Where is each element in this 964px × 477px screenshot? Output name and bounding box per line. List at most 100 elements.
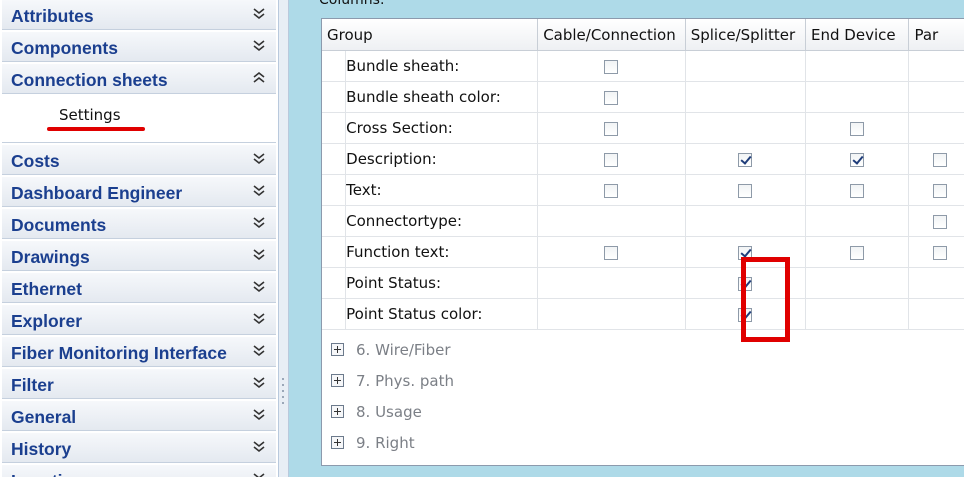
row-field-name: Point Status: — [345, 267, 539, 299]
table-cell — [537, 143, 686, 175]
group-label: 6. Wire/Fiber — [356, 341, 451, 359]
column-header-par[interactable]: Par — [908, 19, 964, 51]
column-visibility-checkbox[interactable] — [850, 245, 865, 260]
column-visibility-checkbox[interactable] — [850, 183, 865, 198]
column-header-end-device[interactable]: End Device — [805, 19, 910, 51]
chevron-down-icon[interactable] — [252, 247, 266, 263]
row-field-name: Bundle sheath color: — [345, 81, 539, 113]
sidebar-category-label: Drawings — [11, 247, 90, 267]
column-visibility-checkbox[interactable] — [850, 152, 865, 167]
expand-plus-icon[interactable] — [331, 374, 344, 387]
chevron-down-icon[interactable] — [252, 375, 266, 391]
column-visibility-checkbox[interactable] — [604, 59, 619, 74]
sidebar-category-label: Fiber Monitoring Interface — [11, 343, 227, 363]
collapsed-group-row[interactable]: 9. Right — [328, 428, 928, 458]
row-field-name: Description: — [345, 143, 539, 175]
chevron-up-icon[interactable] — [252, 70, 266, 86]
row-indent — [322, 50, 347, 82]
sidebar-category-ethernet[interactable]: Ethernet — [2, 273, 276, 303]
panel-splitter[interactable] — [279, 0, 289, 477]
row-field-name: Function text: — [345, 236, 539, 268]
chevron-down-icon[interactable] — [252, 407, 266, 423]
row-indent — [322, 174, 347, 206]
row-indent — [322, 143, 347, 175]
chevron-down-icon[interactable] — [252, 183, 266, 199]
table-cell — [537, 112, 686, 144]
chevron-down-icon[interactable] — [252, 439, 266, 455]
sidebar-category-general[interactable]: General — [2, 401, 276, 431]
table-row: Function text: — [322, 236, 964, 268]
annotation-underline — [47, 127, 145, 131]
sidebar-category-connection-sheets[interactable]: Connection sheets — [2, 64, 276, 94]
column-visibility-checkbox[interactable] — [604, 245, 619, 260]
sidebar-category-attributes[interactable]: Attributes — [2, 0, 276, 30]
table-cell — [537, 81, 686, 113]
column-visibility-checkbox[interactable] — [604, 183, 619, 198]
column-visibility-checkbox[interactable] — [850, 121, 865, 136]
chevron-down-icon[interactable] — [252, 38, 266, 54]
sidebar-item-settings[interactable]: Settings — [59, 106, 121, 124]
settings-category-sidebar: Attributes Components Connection sheets Se… — [0, 0, 279, 477]
sidebar-category-explorer[interactable]: Explorer — [2, 305, 276, 335]
chevron-down-icon[interactable] — [252, 6, 266, 22]
table-cell — [685, 112, 807, 144]
column-visibility-checkbox[interactable] — [933, 214, 948, 229]
row-indent — [322, 298, 347, 330]
splitter-grip-dot — [282, 384, 284, 386]
sidebar-category-label: Filter — [11, 375, 54, 395]
table-cell — [537, 267, 686, 299]
sidebar-category-label: Connection sheets — [11, 70, 168, 90]
sidebar-category-costs[interactable]: Costs — [2, 145, 276, 175]
column-visibility-checkbox[interactable] — [604, 90, 619, 105]
table-cell — [805, 205, 910, 237]
sidebar-category-fiber-monitoring-interface[interactable]: Fiber Monitoring Interface — [2, 337, 276, 367]
sidebar-category-drawings[interactable]: Drawings — [2, 241, 276, 271]
table-cell — [805, 143, 910, 175]
column-visibility-checkbox[interactable] — [604, 121, 619, 136]
sidebar-category-filter[interactable]: Filter — [2, 369, 276, 399]
expand-plus-icon[interactable] — [331, 436, 344, 449]
chevron-down-icon[interactable] — [252, 311, 266, 327]
expand-plus-icon[interactable] — [331, 343, 344, 356]
table-cell — [537, 174, 686, 206]
chevron-down-icon[interactable] — [252, 215, 266, 231]
row-field-name: Cross Section: — [345, 112, 539, 144]
column-visibility-checkbox[interactable] — [738, 152, 753, 167]
columns-table: Group Cable/Connection Splice/Splitter E… — [322, 19, 964, 330]
splitter-grip-dot — [282, 396, 284, 398]
column-visibility-checkbox[interactable] — [933, 245, 948, 260]
sidebar-category-history[interactable]: History — [2, 433, 276, 463]
column-visibility-checkbox[interactable] — [933, 152, 948, 167]
collapsed-group-row[interactable]: 6. Wire/Fiber — [328, 335, 928, 365]
table-cell — [805, 236, 910, 268]
table-row: Point Status color: — [322, 298, 964, 330]
sidebar-category-dashboard-engineer[interactable]: Dashboard Engineer — [2, 177, 276, 207]
column-header-cable-connection[interactable]: Cable/Connection — [537, 19, 686, 51]
column-header-splice-splitter[interactable]: Splice/Splitter — [685, 19, 807, 51]
chevron-down-icon[interactable] — [252, 343, 266, 359]
expand-plus-icon[interactable] — [331, 405, 344, 418]
chevron-down-icon[interactable] — [252, 151, 266, 167]
column-visibility-checkbox[interactable] — [738, 183, 753, 198]
sidebar-category-documents[interactable]: Documents — [2, 209, 276, 239]
collapsed-group-row[interactable]: 8. Usage — [328, 397, 928, 427]
sidebar-category-components[interactable]: Components — [2, 32, 276, 62]
table-cell — [908, 174, 964, 206]
column-visibility-checkbox[interactable] — [604, 152, 619, 167]
sidebar-category-label: Dashboard Engineer — [11, 183, 183, 203]
table-cell — [805, 267, 910, 299]
chevron-down-icon[interactable] — [252, 279, 266, 295]
sidebar-category-label: Attributes — [11, 6, 94, 26]
collapsed-group-row[interactable]: 7. Phys. path — [328, 366, 928, 396]
column-visibility-checkbox[interactable] — [933, 183, 948, 198]
row-field-name: Connectortype: — [345, 205, 539, 237]
table-cell — [908, 267, 964, 299]
row-field-name: Bundle sheath: — [345, 50, 539, 82]
chevron-down-icon[interactable] — [252, 471, 266, 477]
table-cell — [685, 81, 807, 113]
row-field-name: Point Status color: — [345, 298, 539, 330]
column-header-group[interactable]: Group — [322, 19, 539, 51]
sidebar-category-label: General — [11, 407, 77, 427]
sidebar-category-locations[interactable]: Locations — [2, 465, 276, 477]
table-cell — [685, 50, 807, 82]
